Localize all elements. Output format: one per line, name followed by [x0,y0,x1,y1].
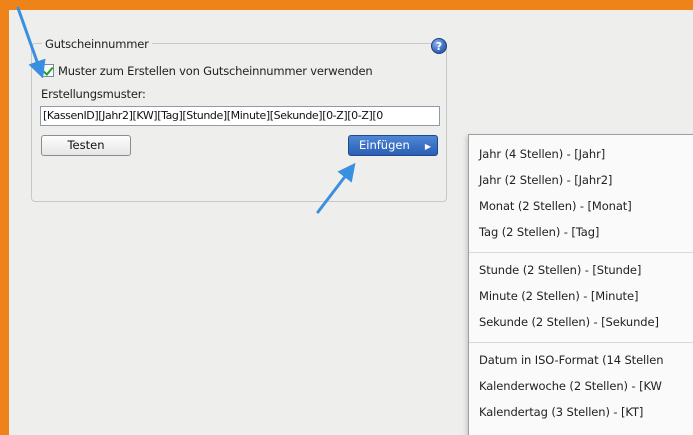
checkbox-pointer-arrow [16,6,46,79]
insert-button-pointer-arrow [316,162,356,214]
annotation-arrows [16,6,356,214]
